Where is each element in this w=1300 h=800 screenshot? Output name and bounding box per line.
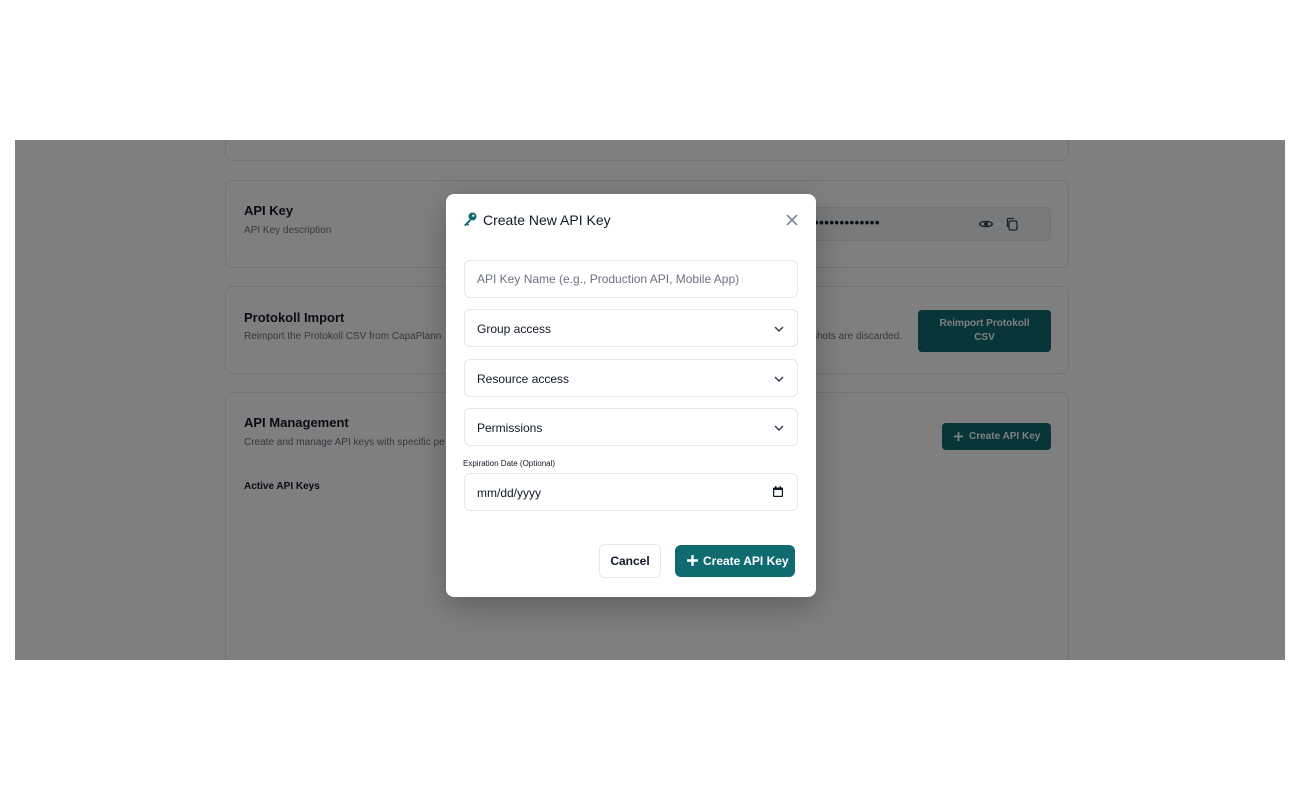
api-key-name-field — [464, 260, 798, 298]
permissions-label: Permissions — [477, 421, 543, 435]
key-icon — [464, 212, 477, 227]
group-access-select[interactable]: Group access — [464, 309, 798, 347]
close-icon[interactable] — [784, 212, 800, 228]
create-api-key-label: Create API Key — [703, 554, 789, 568]
create-api-key-dialog: Create New API Key Group access Resource… — [446, 194, 816, 597]
chevron-down-icon — [774, 376, 784, 383]
chevron-down-icon — [774, 425, 784, 432]
permissions-select[interactable]: Permissions — [464, 408, 798, 446]
plus-icon — [687, 555, 698, 566]
chevron-down-icon — [774, 326, 784, 333]
group-access-label: Group access — [477, 322, 552, 336]
resource-access-label: Resource access — [477, 372, 570, 386]
api-key-name-input[interactable] — [465, 261, 797, 297]
date-placeholder: mm/dd/yyyy — [477, 486, 542, 500]
create-api-key-button[interactable]: Create API Key — [675, 545, 795, 577]
dialog-title: Create New API Key — [483, 212, 611, 228]
cancel-button[interactable]: Cancel — [599, 544, 661, 578]
expiration-date-label: Expiration Date (Optional) — [463, 459, 556, 468]
expiration-date-input[interactable]: mm/dd/yyyy — [464, 473, 798, 511]
resource-access-select[interactable]: Resource access — [464, 359, 798, 397]
calendar-icon[interactable] — [771, 485, 785, 499]
